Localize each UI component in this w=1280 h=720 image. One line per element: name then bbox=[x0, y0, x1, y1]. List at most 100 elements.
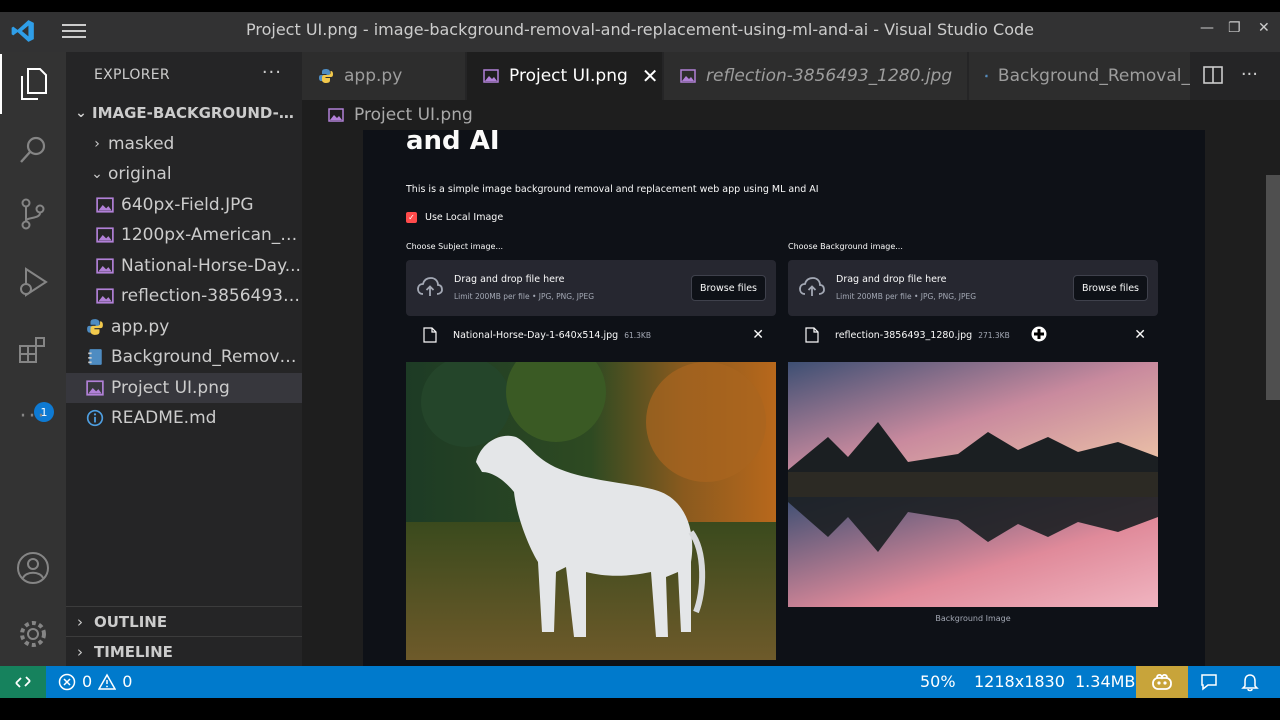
tree-item[interactable]: National-Horse-Day... bbox=[66, 251, 302, 282]
app-title: and AI bbox=[406, 130, 500, 156]
restore-button[interactable]: ❐ bbox=[1228, 20, 1241, 36]
more-icon[interactable]: ··· bbox=[0, 386, 66, 446]
tab-label: reflection-3856493_1280.jpg bbox=[706, 66, 953, 86]
tree-item[interactable]: Project UI.png bbox=[66, 372, 302, 403]
tab-reflection-jpg[interactable]: reflection-3856493_1280.jpg bbox=[664, 52, 968, 100]
close-tab-icon[interactable]: ✕ bbox=[642, 64, 659, 88]
upload-cloud-icon bbox=[799, 277, 825, 296]
activity-bar: 1 ··· bbox=[0, 52, 66, 666]
tree-item[interactable]: 1200px-American_q... bbox=[66, 220, 302, 251]
browse-files-button: Browse files bbox=[690, 275, 766, 301]
editor-scrollbar[interactable] bbox=[1266, 175, 1280, 400]
explorer-header: EXPLORER ··· bbox=[66, 52, 302, 98]
timeline-label: TIMELINE bbox=[94, 642, 173, 661]
checkbox-label: Use Local Image bbox=[425, 212, 504, 223]
image-file-icon bbox=[96, 258, 114, 274]
tree-item[interactable]: reflection-3856493_... bbox=[66, 281, 302, 312]
tab-app-py[interactable]: app.py bbox=[302, 52, 466, 100]
title-bar: Project UI.png - image-background-remova… bbox=[0, 0, 1280, 52]
browse-files-button: Browse files bbox=[1072, 275, 1148, 301]
dropzone-limit: Limit 200MB per file • JPG, PNG, JPEG bbox=[454, 292, 595, 301]
image-file-icon bbox=[96, 227, 114, 243]
error-icon bbox=[58, 673, 76, 690]
tree-item-label: README.md bbox=[111, 408, 217, 429]
subject-horse-image bbox=[406, 362, 776, 660]
cursor-plus-icon bbox=[1031, 326, 1047, 342]
file-tree: ⌄ IMAGE-BACKGROUND-RE... › masked ⌄ origina… bbox=[66, 98, 302, 434]
file-size: 61.3KB bbox=[624, 330, 651, 340]
dropzone-title: Drag and drop file here bbox=[836, 274, 947, 285]
tree-item[interactable]: Background_Removal... bbox=[66, 342, 302, 373]
info-file-icon bbox=[86, 410, 104, 427]
status-bar: 0 0 50% 1218x1830 1.34MB bbox=[0, 666, 1280, 698]
timeline-section[interactable]: › TIMELINE bbox=[66, 636, 302, 666]
file-icon bbox=[423, 327, 437, 343]
outline-section[interactable]: › OUTLINE bbox=[66, 606, 302, 636]
tree-item[interactable]: README.md bbox=[66, 403, 302, 434]
breadcrumb-label: Project UI.png bbox=[354, 105, 473, 125]
editor-tabs: app.py Project UI.png ✕ reflection-38564… bbox=[302, 52, 1280, 100]
image-icon bbox=[483, 69, 499, 83]
background-file-row: reflection-3856493_1280.jpg 271.3KB ✕ bbox=[788, 324, 1158, 346]
tree-item-label: masked bbox=[108, 133, 175, 154]
tree-item-label: reflection-3856493_... bbox=[121, 286, 302, 307]
editor-more-icon[interactable]: ··· bbox=[1241, 64, 1258, 85]
tree-item-label: 640px-Field.JPG bbox=[121, 194, 254, 215]
background-dropzone: Drag and drop file here Limit 200MB per … bbox=[788, 260, 1158, 316]
explorer-sidebar: EXPLORER ··· ⌄ IMAGE-BACKGROUND-RE... › m… bbox=[66, 52, 302, 666]
remove-file-icon: ✕ bbox=[1134, 327, 1146, 343]
account-icon[interactable] bbox=[0, 538, 66, 598]
dropzone-limit: Limit 200MB per file • JPG, PNG, JPEG bbox=[836, 292, 977, 301]
tree-item-label: Project UI.png bbox=[111, 377, 230, 398]
search-icon[interactable] bbox=[0, 120, 66, 180]
tree-item[interactable]: ⌄ original bbox=[66, 159, 302, 190]
tree-item[interactable]: app.py bbox=[66, 312, 302, 343]
dropzone-title: Drag and drop file here bbox=[454, 274, 565, 285]
minimize-button[interactable]: — bbox=[1200, 20, 1214, 36]
chevron-down-icon: ⌄ bbox=[91, 166, 103, 183]
background-label: Choose Background image... bbox=[788, 242, 903, 251]
tree-item[interactable]: › masked bbox=[66, 129, 302, 160]
use-local-image-checkbox: ✓ Use Local Image bbox=[406, 212, 503, 223]
tree-item-label: National-Horse-Day... bbox=[121, 255, 301, 276]
file-name: National-Horse-Day-1-640x514.jpg bbox=[453, 329, 619, 341]
copilot-icon[interactable] bbox=[1136, 666, 1188, 698]
previewed-image: and AI This is a simple image background… bbox=[363, 130, 1205, 666]
chevron-down-icon: ⌄ bbox=[75, 105, 87, 122]
explorer-icon[interactable] bbox=[0, 54, 66, 114]
chevron-right-icon: › bbox=[94, 135, 100, 152]
background-lake-image bbox=[788, 362, 1158, 607]
breadcrumb[interactable]: Project UI.png bbox=[328, 105, 473, 125]
zoom-level[interactable]: 50% bbox=[920, 672, 956, 691]
tree-item[interactable]: 640px-Field.JPG bbox=[66, 190, 302, 221]
close-window-button[interactable]: ✕ bbox=[1258, 20, 1270, 36]
remove-file-icon: ✕ bbox=[752, 327, 764, 343]
split-editor-icon[interactable] bbox=[1203, 65, 1223, 85]
background-caption: Background Image bbox=[935, 614, 1011, 623]
tree-item-label: original bbox=[108, 164, 172, 185]
tree-item-label: Background_Removal... bbox=[111, 347, 302, 368]
explorer-more-button[interactable]: ··· bbox=[262, 62, 282, 83]
run-debug-icon[interactable] bbox=[0, 252, 66, 312]
chevron-right-icon: › bbox=[77, 642, 83, 661]
subject-label: Choose Subject image... bbox=[406, 242, 504, 251]
tab-label: app.py bbox=[344, 66, 403, 86]
tab-label: Background_Removal_ bbox=[997, 66, 1190, 86]
tab-actions: ··· bbox=[1203, 64, 1258, 85]
tree-root-folder[interactable]: ⌄ IMAGE-BACKGROUND-RE... bbox=[66, 98, 302, 129]
notifications-bell-icon[interactable] bbox=[1240, 672, 1260, 692]
source-control-icon[interactable] bbox=[0, 184, 66, 244]
image-icon bbox=[328, 108, 344, 122]
remote-indicator[interactable] bbox=[0, 666, 46, 698]
image-file-size: 1.34MB bbox=[1075, 672, 1136, 691]
settings-gear-icon[interactable] bbox=[0, 604, 66, 664]
extensions-icon[interactable] bbox=[0, 320, 66, 380]
notebook-file-icon bbox=[88, 349, 102, 366]
tab-background-removal-notebook[interactable]: Background_Removal_ bbox=[969, 52, 1191, 100]
image-file-icon bbox=[96, 197, 114, 213]
tab-project-ui-png[interactable]: Project UI.png ✕ bbox=[467, 52, 663, 100]
problems-indicator[interactable]: 0 0 bbox=[58, 672, 132, 691]
feedback-icon[interactable] bbox=[1199, 672, 1219, 692]
subject-dropzone: Drag and drop file here Limit 200MB per … bbox=[406, 260, 776, 316]
image-preview-editor: Project UI.png and AI This is a simple i… bbox=[302, 100, 1280, 666]
